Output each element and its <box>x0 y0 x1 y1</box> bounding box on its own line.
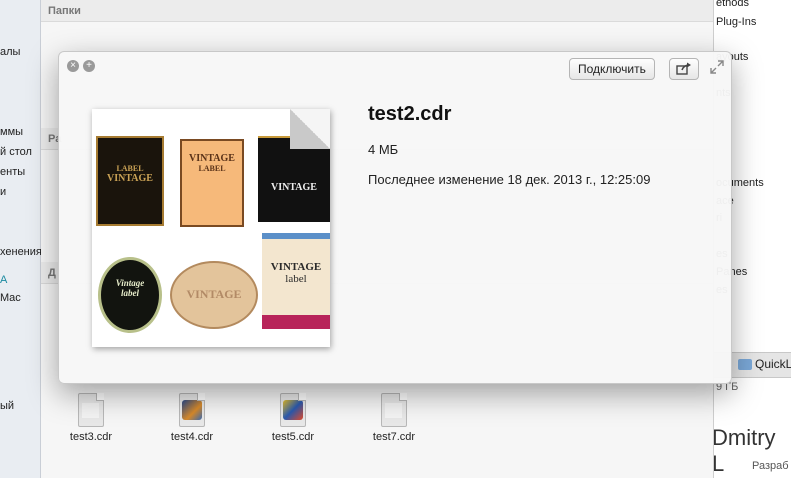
list-item[interactable]: ethods <box>716 0 749 9</box>
label-text: LABEL <box>198 164 226 173</box>
file-test7[interactable]: test7.cdr <box>354 393 434 443</box>
file-test3[interactable]: test3.cdr <box>51 393 131 443</box>
fullscreen-icon[interactable]: + <box>83 60 95 72</box>
section-header-folders: Папки <box>41 0 713 22</box>
file-label: test5.cdr <box>271 431 315 443</box>
sidebar-item[interactable]: алы <box>0 46 20 58</box>
document-icon <box>381 393 407 427</box>
label-text: VINTAGE <box>271 182 317 193</box>
open-with-button[interactable]: Подключить <box>569 58 655 80</box>
sidebar-item[interactable]: й стол <box>0 146 32 158</box>
label-text: LABEL <box>116 164 144 173</box>
document-thumbnail-icon <box>179 393 205 427</box>
share-button[interactable] <box>669 58 699 80</box>
label-text: label <box>285 273 307 285</box>
file-name: test2.cdr <box>368 103 452 125</box>
close-icon[interactable]: × <box>67 60 79 72</box>
file-label: test7.cdr <box>372 431 416 443</box>
sidebar-item[interactable]: A <box>0 274 7 286</box>
file-test4[interactable]: test4.cdr <box>152 393 232 443</box>
sidebar-item[interactable]: ый <box>0 400 14 412</box>
label-text: Vintage <box>115 278 145 288</box>
sidebar-item[interactable]: ммы <box>0 126 23 138</box>
document-preview: LABEL VINTAGE VINTAGE LABEL VINTAGE Vint… <box>92 109 330 347</box>
list-item[interactable]: Plug-Ins <box>716 16 756 28</box>
file-test5[interactable]: test5.cdr <box>253 393 333 443</box>
user-role: Разраб <box>752 460 789 472</box>
document-icon <box>78 393 104 427</box>
sidebar-item[interactable]: енты <box>0 166 25 178</box>
file-label: test4.cdr <box>170 431 214 443</box>
folder-icon <box>738 359 752 370</box>
share-icon <box>676 62 691 75</box>
label-text: VINTAGE <box>186 287 242 301</box>
expand-icon[interactable] <box>709 59 725 75</box>
finder-sidebar: алы ммы й стол енты и хенения A Mac ый <box>0 0 42 478</box>
quicklook-panel: × + Подключить LABEL VINTAGE VINTAGE LAB… <box>58 51 732 384</box>
label-text: VINTAGE <box>189 153 235 164</box>
document-thumbnail-icon <box>280 393 306 427</box>
file-label: test3.cdr <box>69 431 113 443</box>
page-curl <box>290 109 330 149</box>
path-item[interactable]: QuickL <box>755 357 791 371</box>
label-text: VINTAGE <box>270 261 322 273</box>
sidebar-item[interactable]: хенения <box>0 246 42 258</box>
label-text: label <box>121 288 139 298</box>
label-text: VINTAGE <box>107 173 153 184</box>
last-modified: Последнее изменение 18 дек. 2013 г., 12:… <box>368 172 651 187</box>
sidebar-item[interactable]: Mac <box>0 292 21 304</box>
file-size: 4 МБ <box>368 142 399 157</box>
sidebar-item[interactable]: и <box>0 186 6 198</box>
